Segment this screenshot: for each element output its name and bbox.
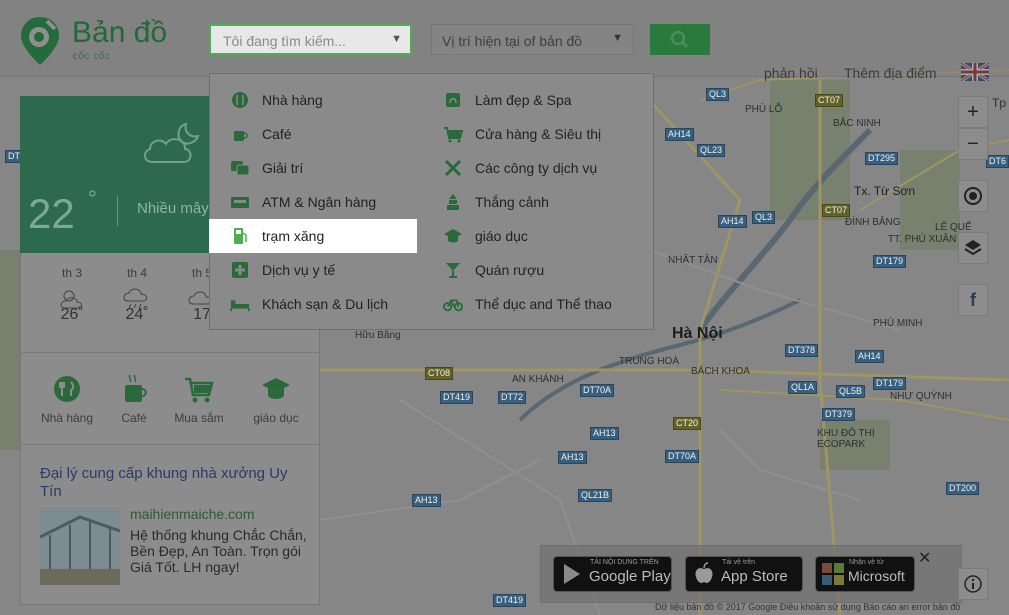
coffee-icon bbox=[125, 374, 147, 402]
graduation-cap-icon bbox=[262, 378, 290, 399]
microsoft-store-badge[interactable]: Nhận về từ Microsoft bbox=[815, 556, 915, 592]
shopping-cart-icon bbox=[443, 125, 463, 143]
cocktail-icon bbox=[443, 261, 463, 279]
forecast-day-label: th 3 bbox=[61, 266, 82, 280]
forecast-day: th 3 26˚ bbox=[42, 266, 102, 324]
quick-link-cafe[interactable]: Café bbox=[99, 373, 169, 425]
google-play-badge[interactable]: TẢI NỘI DUNG TRÊN Google Play bbox=[553, 556, 672, 592]
forecast-day-label: th 4 bbox=[126, 266, 147, 280]
rain-cloud-icon bbox=[123, 288, 147, 309]
app-store-badge[interactable]: Tải về trên App Store bbox=[685, 556, 803, 592]
info-button[interactable] bbox=[958, 568, 988, 600]
chevron-down-icon[interactable]: ▼ bbox=[391, 33, 402, 45]
partly-sunny-icon bbox=[60, 290, 83, 309]
panel-divider bbox=[20, 352, 320, 353]
dropdown-item-sports[interactable]: Thể dục and Thể thao bbox=[443, 287, 643, 321]
dropdown-item-education[interactable]: giáo dục bbox=[443, 219, 643, 253]
hotel-icon bbox=[230, 295, 250, 313]
search-placeholder: Tôi đang tìm kiếm... bbox=[223, 33, 346, 49]
ad-body: Hệ thống khung Chắc Chắn, Bền Đẹp, An To… bbox=[130, 527, 307, 575]
dropdown-item-landmark[interactable]: Thắng cảnh bbox=[443, 185, 643, 219]
cloudy-night-icon bbox=[144, 122, 200, 163]
dropdown-item-entertainment[interactable]: Giải trí bbox=[230, 151, 420, 185]
quick-link-label: Nhà hàng bbox=[40, 411, 94, 425]
dropdown-item-restaurant[interactable]: Nhà hàng bbox=[230, 83, 420, 117]
quick-link-shopping[interactable]: Mua sắm bbox=[164, 373, 234, 425]
gas-station-icon bbox=[230, 227, 250, 245]
shopping-cart-icon bbox=[185, 377, 214, 403]
locate-icon bbox=[964, 187, 982, 205]
current-temperature: 22 bbox=[28, 190, 75, 237]
ad-image[interactable] bbox=[39, 507, 121, 585]
apple-icon bbox=[695, 562, 713, 583]
chevron-down-icon[interactable]: ▼ bbox=[612, 32, 623, 44]
logo-title[interactable]: Bản đồ bbox=[72, 16, 167, 50]
dropdown-item-shopping[interactable]: Cửa hàng & Siêu thị bbox=[443, 117, 643, 151]
category-dropdown: Nhà hàng Café Giải trí ATM & Ngân hàng t… bbox=[209, 73, 654, 330]
restaurant-icon bbox=[54, 376, 80, 402]
dropdown-item-bar[interactable]: Quán rượu bbox=[443, 253, 643, 287]
search-icon bbox=[670, 30, 689, 49]
quick-link-restaurant[interactable]: Nhà hàng bbox=[32, 373, 102, 425]
restaurant-icon bbox=[230, 91, 250, 109]
my-location-button[interactable] bbox=[958, 180, 988, 212]
add-place-link[interactable]: Thêm địa điểm bbox=[844, 65, 937, 81]
dropdown-item-medical[interactable]: Dịch vụ y tế bbox=[230, 253, 420, 287]
layers-button[interactable] bbox=[958, 232, 988, 264]
weather-divider bbox=[117, 196, 118, 226]
landmark-icon bbox=[443, 193, 463, 211]
microsoft-icon bbox=[822, 563, 844, 585]
logo-pin-icon[interactable] bbox=[19, 15, 61, 67]
dropdown-item-services[interactable]: Các công ty dịch vụ bbox=[443, 151, 643, 185]
location-input[interactable]: Vị trí hiện tại of bản đồ ▼ bbox=[431, 24, 634, 55]
atm-icon bbox=[230, 193, 250, 211]
dropdown-item-cafe[interactable]: Café bbox=[230, 117, 420, 151]
quick-link-label: Café bbox=[121, 411, 147, 425]
google-play-icon bbox=[564, 564, 580, 584]
forecast-day: th 4 24˚ bbox=[107, 266, 167, 324]
facebook-button[interactable]: f bbox=[958, 284, 988, 316]
location-placeholder: Vị trí hiện tại of bản đồ bbox=[442, 33, 583, 49]
facebook-icon: f bbox=[970, 289, 976, 310]
ad-domain[interactable]: maihienmaiche.com bbox=[130, 506, 255, 522]
coffee-icon bbox=[230, 125, 250, 143]
map-footer[interactable]: Dữ liệu bản đồ © 2017 Google Điều khoản … bbox=[655, 602, 960, 612]
dropdown-item-hotel[interactable]: Khách sạn & Du lịch bbox=[230, 287, 420, 321]
medical-icon bbox=[230, 261, 250, 279]
search-input[interactable]: Tôi đang tìm kiếm... ▼ bbox=[209, 24, 412, 55]
bicycle-icon bbox=[443, 295, 463, 313]
feedback-link[interactable]: phản hồi bbox=[764, 65, 818, 81]
info-icon bbox=[964, 575, 982, 593]
panel-divider bbox=[20, 444, 320, 445]
spa-icon bbox=[443, 91, 463, 109]
quick-link-label: giáo dục bbox=[253, 411, 299, 425]
close-icon[interactable]: ✕ bbox=[918, 548, 931, 568]
quick-link-education[interactable]: giáo dục bbox=[241, 373, 311, 425]
entertainment-icon bbox=[230, 159, 250, 177]
tools-icon bbox=[443, 159, 463, 177]
ad-title-link[interactable]: Đại lý cung cấp khung nhà xưởng Uy Tín bbox=[40, 465, 305, 501]
logo-subtitle: cốc cốc bbox=[73, 51, 111, 62]
graduation-cap-icon bbox=[443, 227, 463, 245]
degree-symbol: ° bbox=[88, 186, 97, 211]
layers-icon bbox=[964, 240, 982, 256]
search-button[interactable] bbox=[650, 24, 710, 55]
dropdown-item-atm[interactable]: ATM & Ngân hàng bbox=[230, 185, 420, 219]
quick-link-label: Mua sắm bbox=[174, 411, 224, 425]
uk-flag-icon[interactable] bbox=[961, 63, 989, 81]
weather-description: Nhiều mây bbox=[137, 200, 209, 217]
dropdown-item-gas-station[interactable]: trạm xăng bbox=[209, 219, 417, 253]
zoom-out-button[interactable]: − bbox=[958, 128, 988, 160]
zoom-in-button[interactable]: + bbox=[958, 96, 988, 128]
dropdown-item-spa[interactable]: Làm đẹp & Spa bbox=[443, 83, 643, 117]
